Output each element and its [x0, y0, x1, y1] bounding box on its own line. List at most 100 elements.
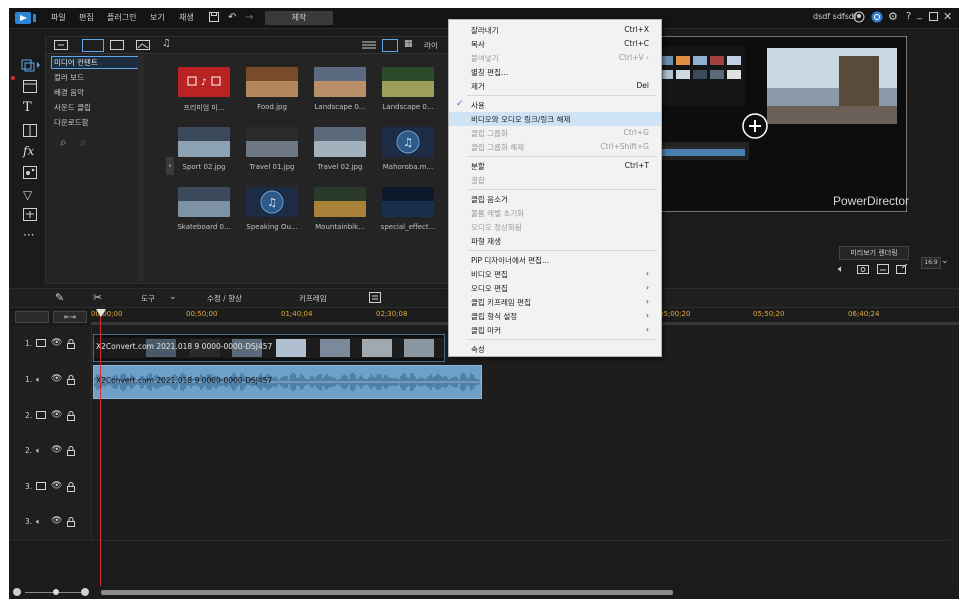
media-thumbnail-8[interactable]: Skateboard 0... [177, 187, 231, 231]
lock-icon[interactable] [67, 375, 75, 385]
category-media-content[interactable]: 미디어 컨텐트 [54, 57, 98, 68]
lock-icon[interactable] [67, 517, 75, 527]
media-thumbnail-1[interactable]: Food.jpg [246, 67, 298, 111]
category-sound-clips[interactable]: 사운드 클립 [54, 102, 91, 113]
transition-room-icon[interactable] [23, 124, 37, 137]
media-thumbnail-2[interactable]: Landscape 0... [314, 67, 366, 111]
particle-room-icon[interactable] [23, 166, 37, 179]
maximize-button[interactable] [929, 12, 938, 21]
context-menu-item[interactable]: 별칭 편집... [449, 65, 661, 79]
large-grid-icon[interactable]: ▦ [404, 39, 413, 49]
context-menu-item[interactable]: 분할 Ctrl+T [449, 159, 661, 173]
eye-icon[interactable]: 👁︎ [51, 410, 62, 420]
timeline-track-audio[interactable]: 3. 🔈︎ 👁︎ [9, 504, 951, 541]
more-rooms-icon[interactable]: ··· [23, 228, 34, 242]
context-menu-item[interactable]: 오디오 편집 › [449, 281, 661, 295]
context-menu-item[interactable]: 제거 Del [449, 79, 661, 93]
media-thumbnail-6[interactable]: Travel 02.jpg [314, 127, 366, 171]
close-button[interactable]: ✕ [943, 10, 952, 23]
eye-icon[interactable]: 👁︎ [51, 516, 62, 526]
media-filter-photo-icon[interactable] [136, 40, 150, 50]
volume-icon[interactable]: 🔈︎ [838, 264, 844, 275]
track-manager-icon[interactable]: ✎ [55, 291, 64, 304]
eye-icon[interactable]: 👁︎ [51, 445, 62, 455]
menu-plugins[interactable]: 플러그인 [107, 12, 136, 23]
media-thumbnail-11[interactable]: special_effect... [381, 187, 435, 231]
context-menu-item[interactable]: 비디오 편집 › [449, 267, 661, 281]
fit-timeline-button[interactable]: ⇤⇥ [53, 311, 87, 323]
menu-view[interactable]: 보기 [150, 12, 165, 23]
track-view-button[interactable] [15, 311, 49, 323]
context-menu-item[interactable]: 클립 형식 설정 › [449, 309, 661, 323]
remove-tag-icon[interactable]: ⌕ [80, 135, 87, 150]
media-thumbnail-3[interactable]: Landscape 0... [382, 67, 434, 111]
undo-icon[interactable]: ↶ [228, 12, 236, 23]
settings-icon[interactable]: ⚙ [888, 10, 898, 23]
subtitle-editor-icon[interactable] [369, 292, 381, 303]
media-thumbnail-9[interactable]: ♫ Speaking Ou... [246, 187, 298, 231]
media-room-icon[interactable] [21, 58, 41, 72]
media-thumbnail-4[interactable]: Sport 02.jpg [178, 127, 230, 171]
keyframe-button[interactable]: 키프레임 [299, 293, 327, 304]
category-color-board[interactable]: 컬러 보드 [54, 72, 84, 83]
timeline-vertical-scrollbar[interactable] [951, 328, 959, 586]
save-icon[interactable] [209, 12, 219, 22]
media-filter-video-icon[interactable] [82, 39, 104, 52]
notification-icon[interactable] [871, 11, 883, 23]
title-room-icon[interactable]: T [23, 100, 32, 115]
aspect-ratio-selector[interactable]: 16:9 [921, 257, 941, 269]
list-view-icon[interactable] [362, 40, 376, 50]
playhead-line[interactable] [100, 309, 101, 586]
lock-icon[interactable] [67, 410, 75, 421]
menu-file[interactable]: 파일 [51, 12, 66, 23]
timeline-track-audio[interactable]: 2. 🔈︎ 👁︎ [9, 433, 951, 470]
split-icon[interactable]: ✂ [93, 291, 102, 304]
context-menu-item[interactable]: 비디오와 오디오 링크/링크 해제 [449, 112, 661, 126]
lock-icon[interactable] [67, 481, 75, 492]
category-background-music[interactable]: 배경 음악 [54, 87, 84, 98]
media-thumbnail-0[interactable]: ♪ 프리미엄 미... [178, 67, 230, 112]
zoom-slider-handle[interactable] [53, 589, 59, 595]
audio-clip[interactable]: X2Convert.com 2021.018 9 0000-0000-DSJ45… [93, 365, 482, 399]
timeline-horizontal-scrollbar[interactable] [101, 590, 673, 595]
media-filter-audio-icon[interactable]: ♫ [162, 38, 171, 49]
lock-icon[interactable] [67, 339, 75, 349]
snapshot-icon[interactable] [857, 264, 869, 274]
subtitle-room-icon[interactable] [23, 208, 37, 221]
media-thumbnail-5[interactable]: Travel 01.jpg [246, 127, 298, 171]
zoom-in-icon[interactable] [81, 588, 89, 596]
context-menu-item[interactable]: 클립 음소거 [449, 192, 661, 206]
produce-button[interactable]: 제작 [265, 11, 333, 25]
media-filter-image-icon[interactable] [110, 40, 124, 50]
pip-room-icon[interactable] [23, 80, 37, 93]
context-menu-item[interactable]: ✓ 사용 [449, 98, 661, 112]
media-thumbnail-7[interactable]: ♫ Mahoroba.m... [382, 127, 434, 171]
timeline-track-video[interactable]: 2. 👁︎ [9, 398, 951, 434]
undock-preview-icon[interactable] [896, 264, 908, 274]
subtitle-toggle-icon[interactable] [877, 264, 889, 274]
playhead-handle[interactable] [96, 309, 106, 317]
user-name[interactable]: dsdf sdfsdf [813, 12, 857, 21]
media-thumbnail-10[interactable]: Mountainbik... [314, 187, 366, 231]
category-scrollbar[interactable] [138, 55, 144, 281]
menu-playback[interactable]: 재생 [179, 12, 194, 23]
import-media-icon[interactable] [54, 40, 68, 50]
help-button[interactable]: ? [906, 11, 911, 22]
context-menu-item[interactable]: 클립 마커 › [449, 323, 661, 337]
zoom-out-icon[interactable] [13, 588, 21, 596]
redo-icon[interactable]: → [245, 12, 253, 23]
category-downloads[interactable]: 다운로드함 [54, 117, 89, 128]
tools-dropdown-icon[interactable]: ⌄ [169, 292, 177, 302]
minimize-button[interactable]: _ [917, 9, 922, 20]
context-menu-item[interactable]: 파형 재생 [449, 234, 661, 248]
add-tag-icon[interactable]: ⌕ [60, 135, 67, 150]
effect-room-icon[interactable]: fx [23, 144, 34, 158]
eye-icon[interactable]: 👁︎ [51, 338, 62, 348]
context-menu-item[interactable]: PiP 디자이너에서 편집... [449, 253, 661, 267]
timeline-track-video[interactable]: 3. 👁︎ [9, 469, 951, 505]
grid-view-icon[interactable] [382, 39, 398, 52]
context-menu-item[interactable]: 잘라내기 Ctrl+X [449, 23, 661, 37]
fix-enhance-button[interactable]: 수정 / 향상 [207, 293, 242, 304]
preview-render-button[interactable]: 미리보기 렌더링 [839, 246, 909, 260]
eye-icon[interactable]: 👁︎ [51, 374, 62, 384]
